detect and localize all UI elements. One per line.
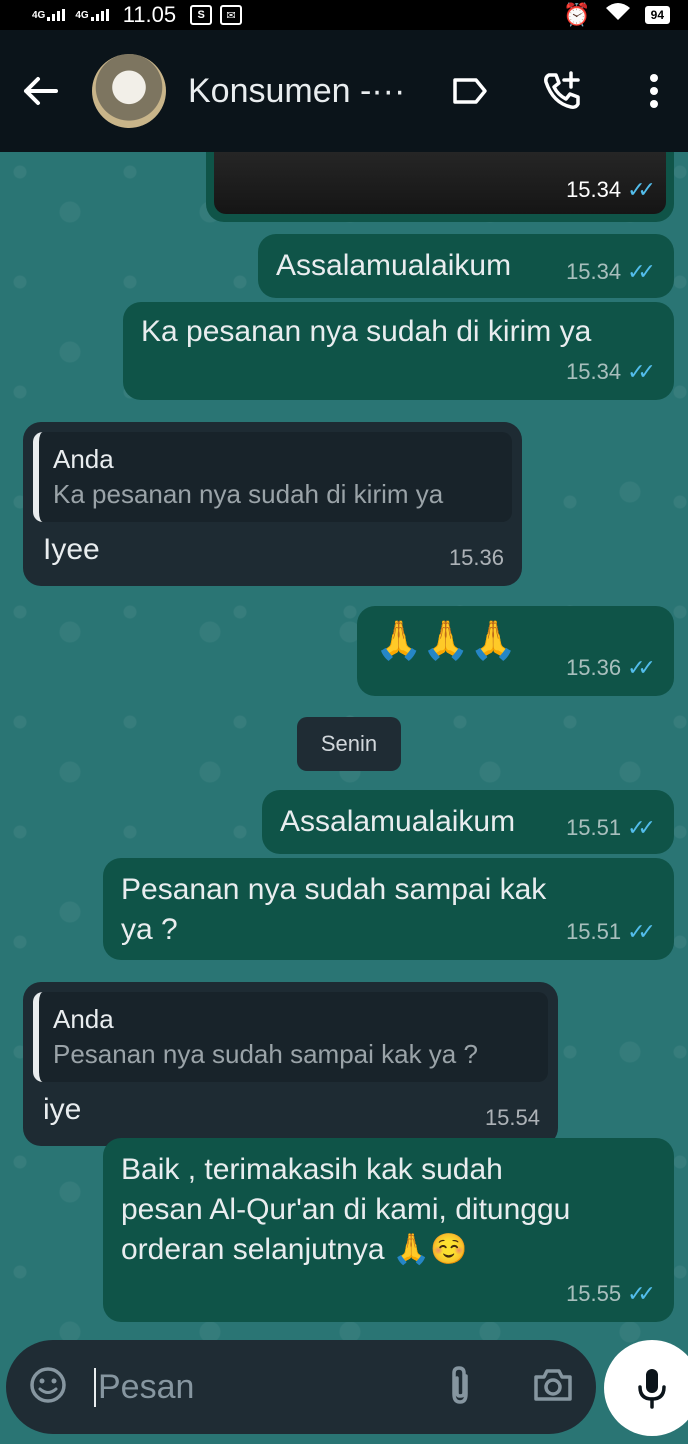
quoted-message[interactable]: Anda Pesanan nya sudah sampai kak ya ? — [33, 992, 548, 1082]
chat-header: Konsumen -··· — [0, 30, 688, 152]
screenshot-notification-icon: S — [190, 5, 213, 25]
more-vertical-icon — [650, 74, 658, 108]
message-text: iye — [43, 1093, 82, 1126]
chat-area[interactable]: 15.34 ✓✓ Assalamualaikum 15.34 ✓✓ Ka pes… — [0, 152, 688, 1444]
message-outgoing[interactable]: Pesanan nya sudah sampai kak ya ? 15.51 … — [103, 858, 674, 960]
message-incoming[interactable]: Anda Ka pesanan nya sudah di kirim ya Iy… — [23, 422, 522, 586]
message-time: 15.54 — [484, 1105, 540, 1130]
mail-notification-icon: ✉ — [220, 5, 243, 25]
message-meta: 15.51 ✓✓ — [566, 808, 656, 848]
quoted-text: Ka pesanan nya sudah di kirim ya — [53, 479, 444, 509]
message-text-line: Baik , terimakasih kak sudah — [121, 1153, 503, 1186]
message-time: 15.36 — [448, 545, 504, 570]
label-tag-icon — [453, 78, 487, 104]
message-text-line: pesan Al-Qur'an di kami, ditunggu — [121, 1193, 571, 1226]
back-button[interactable] — [0, 30, 80, 152]
read-receipt-icon: ✓✓ — [627, 177, 656, 202]
network-signal-1: 4G — [32, 9, 66, 21]
battery-indicator: 94 — [644, 6, 670, 24]
message-image-bubble[interactable]: 15.34 ✓✓ — [206, 152, 674, 222]
paperclip-icon — [452, 1365, 468, 1404]
add-call-button[interactable] — [534, 63, 590, 119]
read-receipt-icon: ✓✓ — [627, 815, 656, 840]
read-receipt-icon: ✓✓ — [627, 919, 656, 944]
read-receipt-icon: ✓✓ — [627, 359, 656, 384]
sticker-icon — [30, 1366, 66, 1403]
quoted-message[interactable]: Anda Ka pesanan nya sudah di kirim ya — [33, 432, 512, 522]
read-receipt-icon: ✓✓ — [627, 1281, 656, 1306]
date-divider: Senin — [297, 717, 401, 771]
more-options-button[interactable] — [626, 63, 682, 119]
camera-button[interactable] — [532, 1367, 574, 1408]
quoted-text: Pesanan nya sudah sampai kak ya ? — [53, 1039, 478, 1069]
message-time: 15.34 — [566, 259, 622, 284]
signal-bars-icon — [90, 9, 109, 21]
attach-button[interactable] — [446, 1364, 474, 1411]
message-meta: 15.51 ✓✓ — [566, 912, 656, 952]
message-outgoing[interactable]: Baik , terimakasih kak sudah pesan Al-Qu… — [103, 1138, 674, 1322]
status-bar: 4G 4G 11.05 S ✉ ⏰ 94 — [0, 0, 688, 30]
message-outgoing[interactable]: Assalamualaikum 15.51 ✓✓ — [262, 790, 674, 854]
message-meta: 15.34 ✓✓ — [566, 352, 656, 392]
message-meta: 15.55 ✓✓ — [566, 1274, 656, 1314]
message-meta: 15.36 — [449, 538, 504, 578]
emoji-sticker-button[interactable] — [28, 1365, 68, 1410]
message-time: 15.55 — [566, 1281, 622, 1306]
quoted-author: Anda — [53, 1004, 114, 1034]
network-type-label: 4G — [32, 10, 46, 21]
message-meta: 15.36 ✓✓ — [566, 648, 656, 688]
message-text-line: Pesanan nya sudah sampai kak — [121, 873, 547, 906]
quoted-author: Anda — [53, 444, 114, 474]
message-text-line: orderan selanjutnya 🙏☺️ — [121, 1233, 468, 1266]
message-meta: 15.54 — [485, 1098, 540, 1138]
contact-avatar[interactable] — [92, 54, 166, 128]
message-text: Ka pesanan nya sudah di kirim ya — [141, 315, 592, 348]
message-time: 15.34 — [566, 359, 622, 384]
message-outgoing[interactable]: Assalamualaikum 15.34 ✓✓ — [258, 234, 674, 298]
read-receipt-icon: ✓✓ — [627, 259, 656, 284]
message-time: 15.34 — [566, 177, 622, 202]
message-time: 15.51 — [566, 815, 622, 840]
message-outgoing[interactable]: 🙏🙏🙏 15.36 ✓✓ — [357, 606, 674, 696]
label-button[interactable] — [442, 63, 498, 119]
network-type-label: 4G — [75, 10, 89, 21]
back-arrow-icon — [24, 77, 58, 105]
message-input[interactable] — [94, 1367, 394, 1407]
message-composer — [6, 1340, 596, 1434]
message-text: Iyee — [43, 533, 100, 566]
message-outgoing[interactable]: Ka pesanan nya sudah di kirim ya 15.34 ✓… — [123, 302, 674, 400]
network-signal-2: 4G — [75, 9, 109, 21]
message-time: 15.51 — [566, 919, 622, 944]
microphone-icon — [638, 1369, 666, 1409]
phone-plus-icon — [544, 71, 580, 109]
alarm-icon: ⏰ — [563, 2, 591, 27]
camera-icon — [534, 1368, 572, 1401]
message-incoming[interactable]: Anda Pesanan nya sudah sampai kak ya ? i… — [23, 982, 558, 1146]
message-time: 15.36 — [566, 655, 622, 680]
read-receipt-icon: ✓✓ — [627, 655, 656, 680]
message-meta: 15.34 ✓✓ — [566, 252, 656, 292]
signal-bars-icon — [47, 9, 66, 21]
wifi-icon — [605, 2, 631, 28]
message-meta: 15.34 ✓✓ — [566, 170, 656, 210]
contact-name[interactable]: Konsumen -··· — [188, 72, 428, 111]
status-time: 11.05 — [122, 2, 177, 27]
